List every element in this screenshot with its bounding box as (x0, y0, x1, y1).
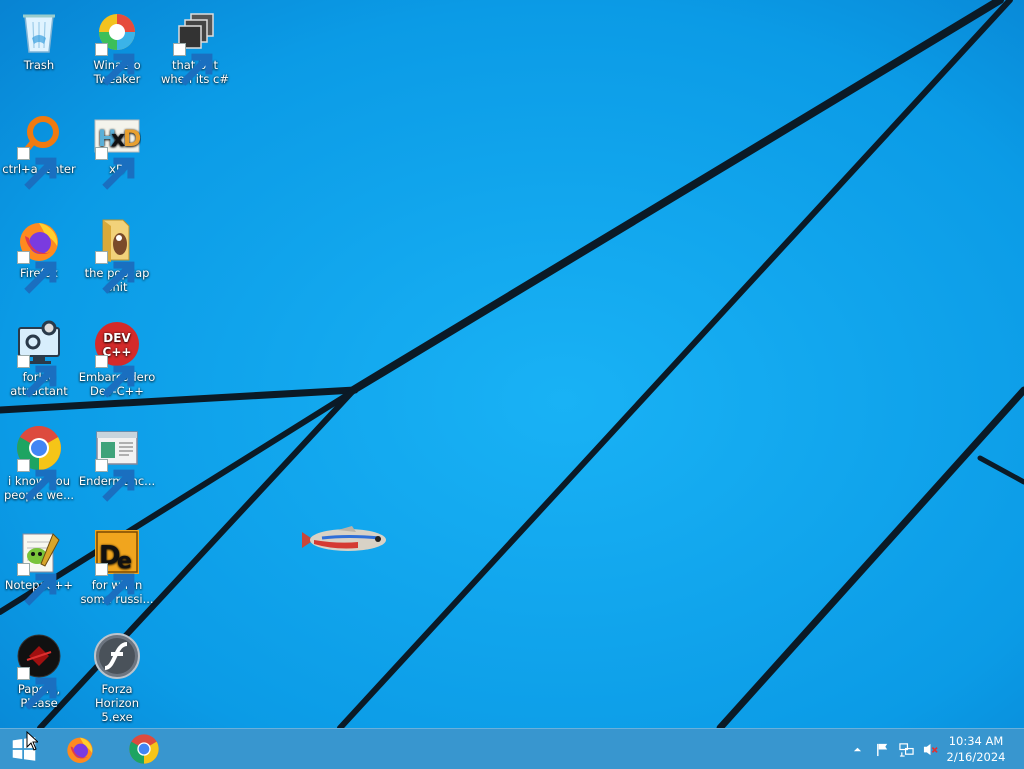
clock-date: 2/16/2024 (946, 750, 1006, 764)
action-center-button[interactable] (872, 729, 892, 769)
shortcut-arrow-icon (17, 563, 57, 606)
firefox-icon (67, 737, 93, 763)
desktop-icon-notepadpp[interactable]: Notepad++ (0, 524, 78, 606)
search-ring-icon (15, 112, 63, 190)
mouse-cursor-icon (26, 731, 38, 751)
taskbar-chrome-button[interactable] (120, 729, 168, 769)
desktop-icon-forza-horizon-5[interactable]: Forza Horizon 5.exe (78, 628, 156, 724)
shortcut-arrow-icon (173, 43, 213, 86)
start-button[interactable] (0, 729, 48, 769)
desktop-icon-for-when-some-russi[interactable]: De for when some russi... (78, 524, 156, 606)
stacked-windows-icon (171, 8, 219, 86)
window-app-icon (93, 424, 141, 502)
volume-button[interactable] (920, 729, 940, 769)
desktop-icon-label: Forza Horizon 5.exe (95, 682, 139, 724)
taskbar-firefox-button[interactable] (56, 729, 104, 769)
desktop-icon-firefox[interactable]: Firefox (0, 212, 78, 294)
papers-please-icon (15, 632, 63, 710)
devcpp-icon: DEV C++ (93, 320, 141, 398)
action-center-flag-icon (876, 743, 887, 756)
recycle-bin-icon (15, 8, 63, 56)
desktop-icon-embarcadero-devcpp[interactable]: DEV C++ Embarcadero Dev-C++ (78, 316, 156, 398)
de-icon: De (93, 528, 141, 606)
firefox-icon (15, 216, 63, 294)
network-icon (898, 742, 914, 757)
clock-time: 10:34 AM (948, 734, 1004, 748)
hxd-icon: HxD (93, 112, 141, 190)
taskbar: 10:34 AM 2/16/2024 (0, 728, 1024, 769)
desktop-icon-label: Trash (23, 58, 55, 72)
shortcut-arrow-icon (95, 147, 135, 190)
shortcut-arrow-icon (95, 563, 135, 606)
folder-icon (93, 216, 141, 294)
desktop-icon-xd[interactable]: HxD xD (78, 108, 156, 190)
desktop-icon-endermanch[interactable]: Endermanc... (78, 420, 156, 502)
shortcut-arrow-icon (95, 459, 135, 502)
desktop-icon-chrome[interactable]: i know you people we... (0, 420, 78, 502)
shortcut-arrow-icon (17, 459, 57, 502)
shortcut-arrow-icon (17, 251, 57, 294)
desktop-icon-ctrl-a-enter[interactable]: ctrl+a, enter (0, 108, 78, 190)
chrome-icon (129, 734, 159, 764)
desktop-icon-winaero-tweaker[interactable]: Winaero Tweaker (78, 4, 156, 86)
volume-muted-icon (923, 743, 938, 755)
show-hidden-icons-button[interactable] (848, 729, 866, 769)
desktop-icon-the-popcap-shit[interactable]: the popcap shit (78, 212, 156, 294)
shortcut-arrow-icon (17, 667, 57, 710)
shortcut-arrow-icon (17, 355, 57, 398)
notepadpp-icon (15, 528, 63, 606)
chevron-up-icon (853, 747, 861, 751)
svg-text:DEV: DEV (103, 331, 131, 345)
flash-icon (93, 632, 141, 680)
desktop-icon-papers-please[interactable]: Papers, Please (0, 628, 78, 710)
network-button[interactable] (896, 729, 916, 769)
desktop-icon-that-but-when-its-csharp[interactable]: that but when its c# (156, 4, 234, 86)
desktop-icon-forkie-attractant[interactable]: forkie attractant (0, 316, 78, 398)
desktop-fish-pet[interactable] (298, 522, 394, 558)
computer-gear-icon (15, 320, 63, 398)
taskbar-clock[interactable]: 10:34 AM 2/16/2024 (946, 733, 1006, 765)
winaero-icon (93, 8, 141, 86)
chrome-icon (15, 424, 63, 502)
shortcut-arrow-icon (95, 251, 135, 294)
shortcut-arrow-icon (17, 147, 57, 190)
shortcut-arrow-icon (95, 43, 135, 86)
desktop-icon-trash[interactable]: Trash (0, 4, 78, 72)
shortcut-arrow-icon (95, 355, 135, 398)
